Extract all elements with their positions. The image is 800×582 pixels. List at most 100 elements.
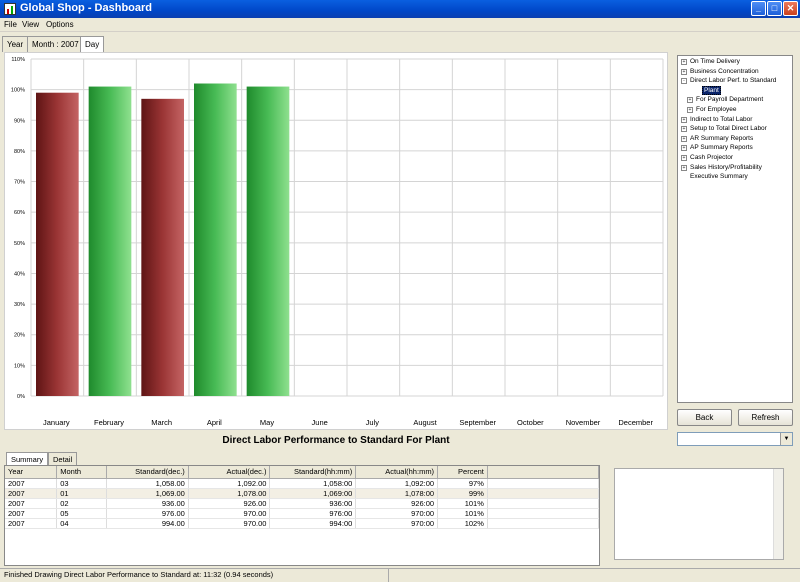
menu-options[interactable]: Options xyxy=(46,20,74,29)
expand-icon[interactable]: + xyxy=(681,68,687,75)
tab-day[interactable]: Day xyxy=(80,36,105,53)
tree-item-label: Plant xyxy=(702,85,721,95)
notes-textbox[interactable] xyxy=(614,468,784,560)
table-row[interactable]: 2007 04 994.00 970.00 994:00 970:00 102% xyxy=(5,518,599,529)
vertical-scrollbar[interactable] xyxy=(773,469,783,559)
cell: 1,069:00 xyxy=(269,488,357,499)
cell: 926:00 xyxy=(355,498,439,509)
cell: 97% xyxy=(437,478,488,489)
y-tick-label: 100% xyxy=(11,88,25,94)
chart-panel: 0% 10% 20% 30% 40% 50% 60% 70% 80% 90% 100% 110% xyxy=(4,52,668,430)
col-percent[interactable]: Percent xyxy=(437,466,488,479)
tree-item-label: Indirect to Total Labor xyxy=(690,115,753,123)
tree-item-label: Cash Projector xyxy=(690,154,733,161)
expand-icon[interactable]: + xyxy=(681,164,687,171)
tree-item[interactable]: Plant xyxy=(693,85,721,96)
cell xyxy=(487,508,599,519)
cell: 2007 xyxy=(5,478,58,489)
tree-item[interactable]: + For Employee xyxy=(687,106,736,115)
cell: 01 xyxy=(56,488,108,499)
x-tick-label: August xyxy=(413,418,437,427)
tree-item-label: For Employee xyxy=(696,106,737,113)
menu-file[interactable]: File xyxy=(4,20,17,29)
col-month[interactable]: Month xyxy=(56,466,108,479)
tab-year[interactable]: Year xyxy=(2,36,29,52)
tree-item[interactable]: + For Payroll Department xyxy=(687,96,763,105)
table-row[interactable]: 2007 03 1,058.00 1,092.00 1,058:00 1,092… xyxy=(5,478,599,489)
cell: 994:00 xyxy=(269,518,357,529)
y-tick-label: 70% xyxy=(14,180,25,186)
tree-item-label: AP Summary Reports xyxy=(690,144,753,152)
tree-item-label: On Time Delivery xyxy=(690,58,740,65)
y-tick-label: 50% xyxy=(14,241,25,247)
refresh-button[interactable]: Refresh xyxy=(738,409,793,426)
app-icon xyxy=(4,3,16,15)
back-button[interactable]: Back xyxy=(677,409,732,426)
bar-chart: 0% 10% 20% 30% 40% 50% 60% 70% 80% 90% 100% 110% xyxy=(11,57,664,400)
x-tick-label: July xyxy=(366,418,380,427)
tree-item[interactable]: + On Time Delivery xyxy=(681,58,740,67)
tab-month[interactable]: Month : 2007 xyxy=(27,36,84,52)
expand-icon[interactable]: + xyxy=(687,107,693,113)
tree-item[interactable]: Executive Summary xyxy=(681,173,748,182)
col-actual-hhmm[interactable]: Actual(hh:mm) xyxy=(355,466,439,479)
expand-icon[interactable]: + xyxy=(681,135,687,142)
cell: 1,058:00 xyxy=(269,478,357,489)
x-tick-label: January xyxy=(43,418,70,427)
cell: 1,078:00 xyxy=(355,488,439,499)
cell: 1,058.00 xyxy=(106,478,189,489)
tree-item[interactable]: + Indirect to Total Labor xyxy=(681,116,752,125)
y-tick-label: 20% xyxy=(14,333,25,339)
bar-march xyxy=(141,98,184,396)
close-button[interactable]: ✕ xyxy=(783,1,798,16)
table-row[interactable]: 2007 01 1,069.00 1,078.00 1,069:00 1,078… xyxy=(5,488,599,499)
col-standard-hhmm[interactable]: Standard(hh:mm) xyxy=(269,466,357,479)
x-axis-labels: January February March April May June July Augu… xyxy=(43,418,653,427)
table-row[interactable]: 2007 02 936.00 926.00 936:00 926:00 101% xyxy=(5,498,599,509)
cell xyxy=(487,478,599,489)
menu-view[interactable]: View xyxy=(22,20,39,29)
y-tick-label: 110% xyxy=(11,57,25,63)
cell: 2007 xyxy=(5,488,58,499)
tree-item-label: Business Concentration xyxy=(690,67,759,75)
expand-icon[interactable]: + xyxy=(681,145,687,152)
tree-item[interactable]: + Cash Projector xyxy=(681,154,733,163)
summary-grid[interactable]: Year Month Standard(dec.) Actual(dec.) S… xyxy=(4,465,600,566)
tab-detail[interactable]: Detail xyxy=(48,452,78,465)
col-standard-dec[interactable]: Standard(dec.) xyxy=(106,466,189,479)
x-tick-label: October xyxy=(517,418,544,427)
x-tick-label: February xyxy=(94,418,124,427)
expand-icon[interactable]: + xyxy=(681,126,687,133)
expand-icon[interactable]: + xyxy=(681,116,687,123)
tree-item[interactable]: + Setup to Total Direct Labor xyxy=(681,125,767,134)
tab-summary[interactable]: Summary xyxy=(6,452,49,466)
report-select[interactable]: ▼ xyxy=(677,432,793,446)
cell xyxy=(487,498,599,509)
tree-item-label: Executive Summary xyxy=(690,173,748,181)
cell xyxy=(487,488,599,499)
tree-item[interactable]: + Business Concentration xyxy=(681,68,759,77)
expand-icon[interactable]: + xyxy=(687,97,693,104)
cell: 05 xyxy=(56,508,108,519)
x-tick-label: June xyxy=(312,418,328,427)
bar-may xyxy=(246,86,290,396)
cell: 102% xyxy=(437,518,488,529)
tree-item[interactable]: + Sales History/Profitability xyxy=(681,164,762,173)
tree-item[interactable]: - Direct Labor Perf. to Standard xyxy=(681,77,776,86)
tree-item[interactable]: + AP Summary Reports xyxy=(681,144,753,153)
report-tree[interactable]: + On Time Delivery + Business Concentration… xyxy=(677,55,793,403)
cell xyxy=(487,518,599,529)
tree-item[interactable]: + AR Summary Reports xyxy=(681,135,753,144)
col-year[interactable]: Year xyxy=(5,466,58,479)
chevron-down-icon[interactable]: ▼ xyxy=(780,433,792,445)
col-actual-dec[interactable]: Actual(dec.) xyxy=(188,466,271,479)
collapse-icon[interactable]: - xyxy=(681,78,687,85)
expand-icon[interactable]: + xyxy=(681,59,687,65)
cell: 970.00 xyxy=(188,518,271,529)
tree-item-label: Direct Labor Perf. to Standard xyxy=(690,77,777,85)
cell: 926.00 xyxy=(188,498,271,509)
table-row[interactable]: 2007 05 976.00 970.00 976:00 970:00 101% xyxy=(5,508,599,519)
maximize-button[interactable]: □ xyxy=(767,1,782,16)
minimize-button[interactable]: _ xyxy=(751,1,766,16)
expand-icon[interactable]: + xyxy=(681,155,687,161)
